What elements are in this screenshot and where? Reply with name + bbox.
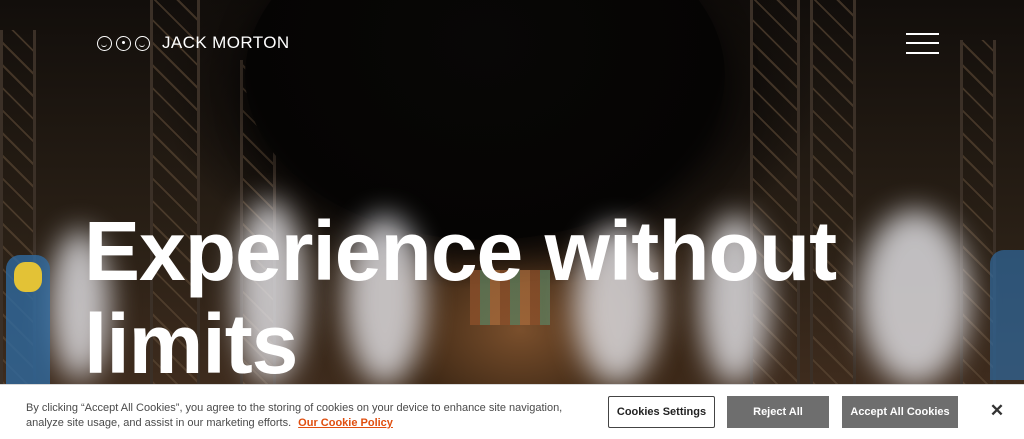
cookies-settings-button[interactable]: Cookies Settings <box>608 396 715 428</box>
logo-text: JACK MORTON <box>162 33 290 52</box>
reject-all-button[interactable]: Reject All <box>727 396 829 428</box>
cookie-message-text: By clicking “Accept All Cookies”, you ag… <box>26 402 563 429</box>
cartoon-figure-left-head <box>14 262 42 292</box>
hero-headline: Experience without limits <box>84 204 837 391</box>
three-faces-logo-icon <box>135 35 150 51</box>
hero-section: JACK MORTON Experience without limits <box>0 0 1024 439</box>
three-faces-logo-icon <box>116 35 131 51</box>
close-icon[interactable]: ✕ <box>987 401 1007 421</box>
hamburger-menu-icon[interactable] <box>906 33 939 54</box>
cookie-policy-link[interactable]: Our Cookie Policy <box>298 417 393 429</box>
site-logo[interactable]: JACK MORTON <box>97 33 290 52</box>
cookie-banner: By clicking “Accept All Cookies”, you ag… <box>0 384 1024 439</box>
accept-all-cookies-button[interactable]: Accept All Cookies <box>842 396 958 428</box>
three-faces-logo-icon <box>97 35 112 51</box>
cartoon-figure-right <box>990 250 1024 380</box>
cookie-message: By clicking “Accept All Cookies”, you ag… <box>26 401 576 431</box>
